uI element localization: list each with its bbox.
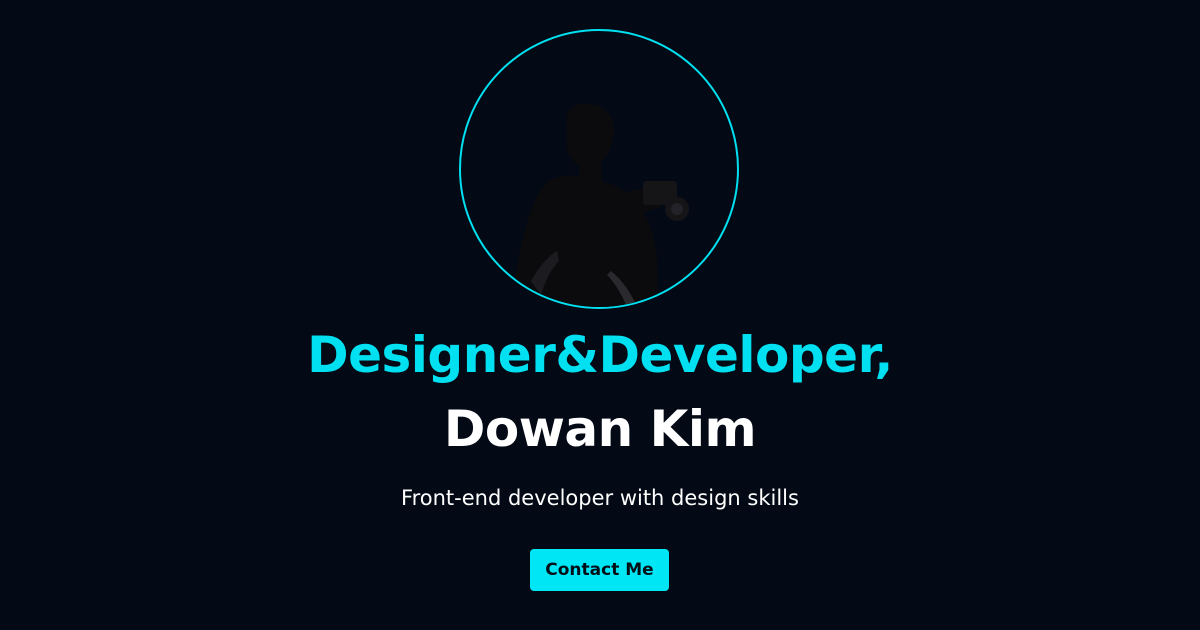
- hero-section: Designer&Developer, Dowan Kim Front-end …: [0, 0, 1200, 630]
- contact-me-button[interactable]: Contact Me: [530, 549, 669, 591]
- hero-title-name: Dowan Kim: [443, 400, 757, 458]
- hero-subtitle: Front-end developer with design skills: [401, 486, 799, 510]
- person-photo-icon: [513, 103, 689, 307]
- profile-avatar: [459, 29, 739, 309]
- hero-title-role: Designer&Developer,: [307, 326, 893, 384]
